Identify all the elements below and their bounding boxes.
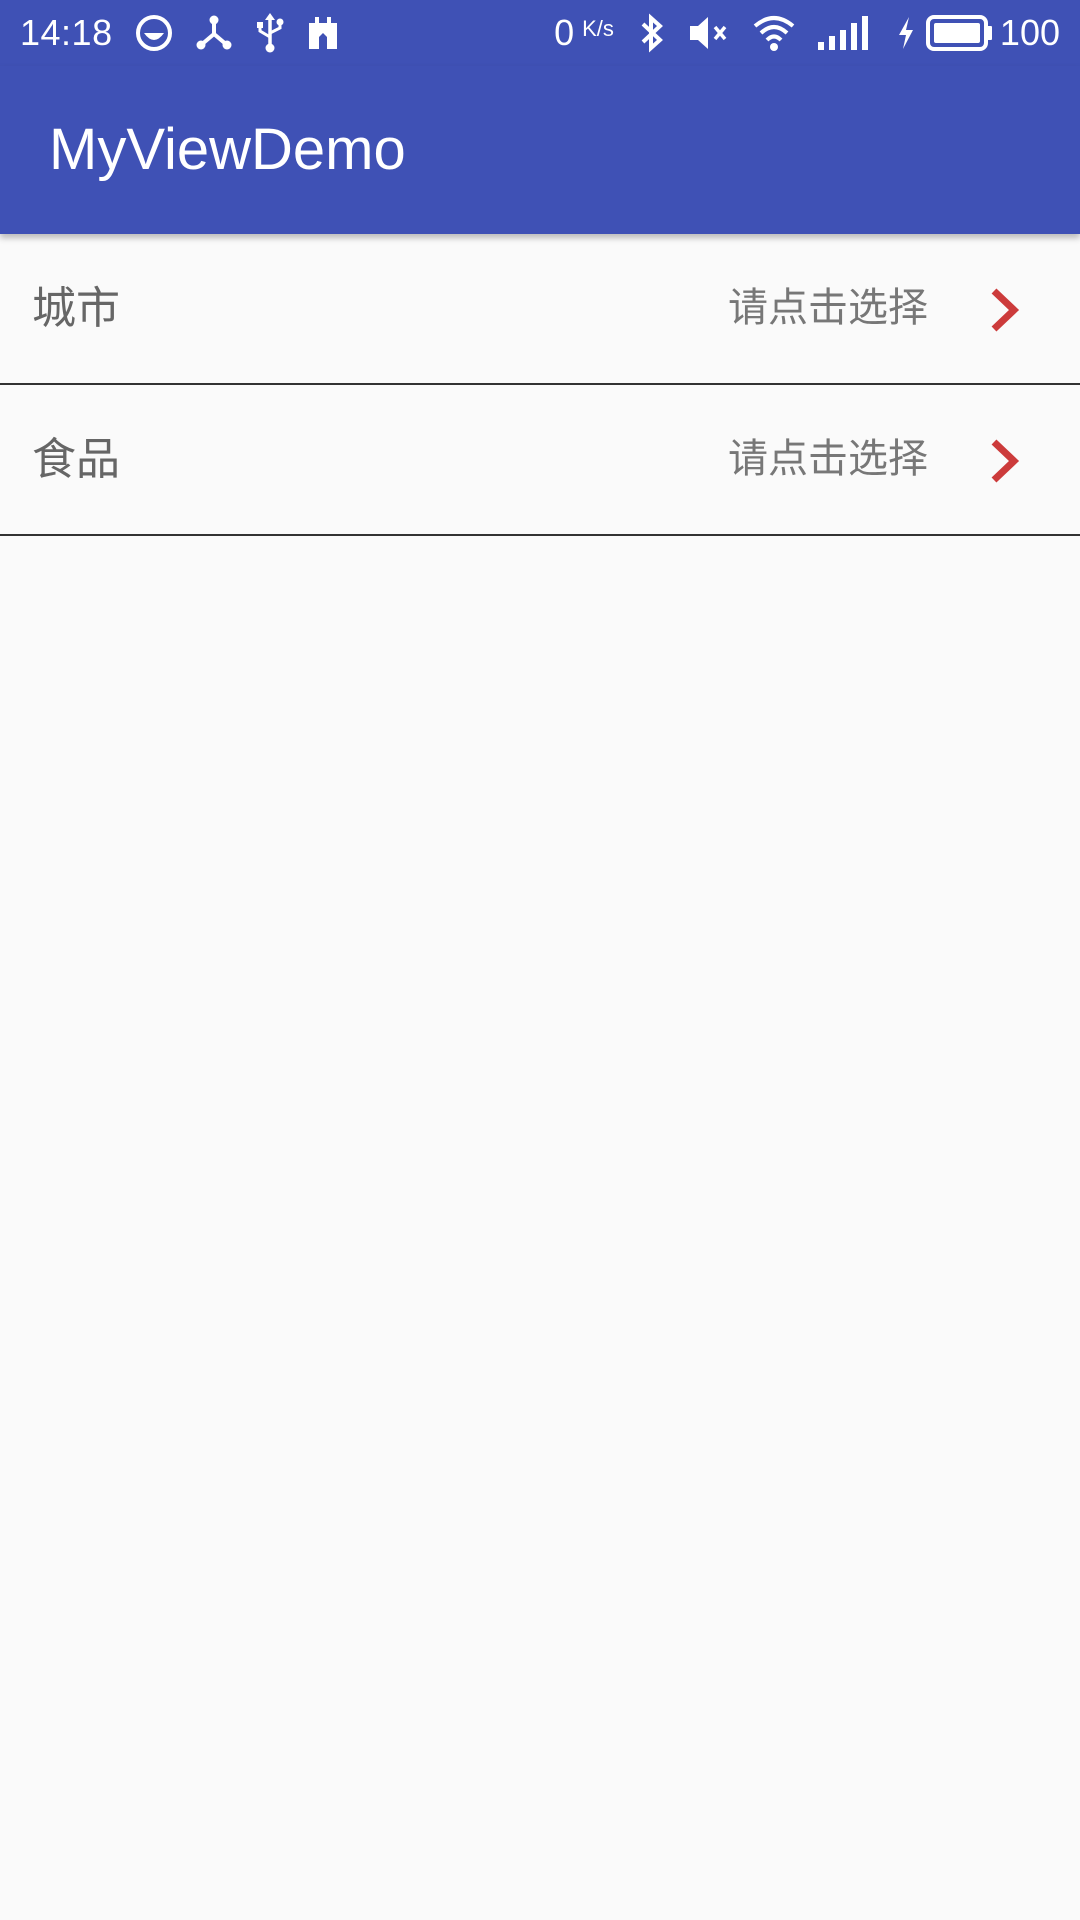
screen: 14:18 0 K/s 100 MyViewDemo 城市 请点击选择 食品 请… (0, 0, 1080, 1920)
mute-icon (688, 14, 730, 52)
list-item-label: 食品 (32, 434, 120, 485)
wifi-icon (752, 14, 796, 52)
list-item-label: 城市 (32, 283, 120, 334)
chevron-right-icon (991, 439, 1020, 483)
app-bar: MyViewDemo (0, 66, 1080, 234)
face-icon (135, 14, 173, 52)
list-item-city[interactable]: 城市 请点击选择 (0, 234, 1080, 385)
battery-level: 100 (999, 12, 1060, 53)
list-item-value: 请点击选择 (728, 436, 928, 482)
status-bar: 14:18 0 K/s 100 (0, 0, 1080, 66)
share-hub-icon (195, 14, 233, 52)
charging-icon (896, 15, 916, 51)
network-speed: 0 K/s (554, 0, 614, 66)
status-bar-right: 0 K/s 100 (554, 0, 1060, 66)
list-item-value: 请点击选择 (728, 285, 928, 331)
bluetooth-icon (638, 13, 666, 53)
calendar-icon (307, 15, 339, 51)
list-item-food[interactable]: 食品 请点击选择 (0, 385, 1080, 536)
selection-list: 城市 请点击选择 食品 请点击选择 (0, 234, 1080, 536)
app-title: MyViewDemo (49, 117, 406, 182)
network-speed-value: 0 (554, 12, 575, 53)
signal-icon (817, 14, 874, 52)
network-speed-unit: K/s (582, 16, 614, 41)
status-bar-left: 14:18 (20, 0, 339, 66)
chevron-right-icon (991, 288, 1020, 332)
battery-icon (925, 14, 994, 52)
usb-icon (255, 13, 285, 53)
status-time: 14:18 (20, 12, 113, 53)
